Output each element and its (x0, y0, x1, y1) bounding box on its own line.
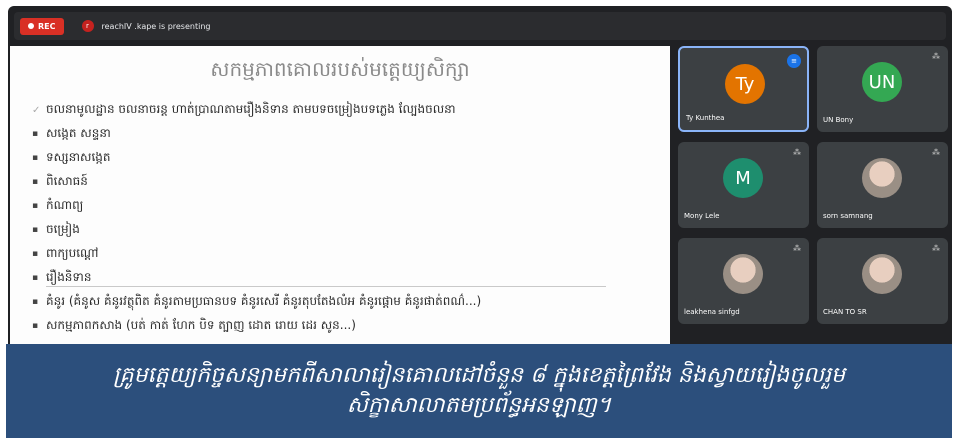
mic-off-icon: ⁂ (793, 148, 801, 157)
bullet-icon: ▪ (32, 273, 39, 283)
caption-banner: គ្រូមត្តេយ្យកិច្ចសន្យាមកពីសាលារៀនគោលដៅចំ… (6, 344, 952, 438)
record-dot-icon (28, 23, 34, 29)
presenting-text: reachIV .kape is presenting (101, 21, 211, 31)
slide-bullet-text: ទស្សនាសង្កេត (46, 150, 111, 164)
meeting-topbar: REC r reachIV .kape is presenting (14, 12, 946, 40)
participant-tile[interactable]: Ty Ty Kunthea ≡ (678, 46, 809, 132)
checkmark-icon: ✓ (32, 104, 41, 116)
caption-line-2: សិក្ខាសាលាតមប្រព័ន្ធអនឡាញ។ (346, 393, 612, 418)
participant-photo (723, 254, 763, 294)
slide-bullet-text: សកម្មភាពកសាង (បត់ កាត់ ហែក បិទ ត្បាញ ដោត… (46, 318, 356, 332)
slide-bullet-item: ▪ សង្កេត សន្ទនា (32, 122, 481, 146)
presenter-avatar: r (81, 20, 94, 32)
screenshot-frame: REC r reachIV .kape is presenting សកម្មភ… (0, 0, 962, 440)
bullet-icon: ▪ (32, 177, 39, 187)
participant-avatar: M (723, 158, 763, 198)
slide-bullet-item: ▪ គំនូរ (គំនូស គំនូរវត្ថុពិត គំនូរតាមប្រធ… (32, 290, 481, 314)
participant-name: Ty Kunthea (686, 114, 725, 122)
participant-tile[interactable]: leakhena sinfgd ⁂ (678, 238, 809, 324)
participant-tile[interactable]: CHAN TO SR ⁂ (817, 238, 948, 324)
bullet-icon: ▪ (32, 321, 39, 331)
bullet-icon: ▪ (32, 297, 39, 307)
presenting-banner: r reachIV .kape is presenting (81, 20, 211, 32)
mic-off-icon: ⁂ (932, 52, 940, 61)
slide-bullet-text: កំណាព្យ (46, 198, 84, 212)
slide-divider (46, 286, 606, 287)
participant-name: UN Bony (823, 116, 854, 124)
slide-bullet-item: ▪ ចម្រៀង (32, 218, 481, 242)
slide-bullet-text: ចម្រៀង (46, 222, 80, 236)
participant-avatar: UN (862, 62, 902, 102)
caption-line-1: គ្រូមត្តេយ្យកិច្ចសន្យាមកពីសាលារៀនគោលដៅចំ… (113, 363, 845, 388)
mic-off-icon: ⁂ (932, 244, 940, 253)
slide-bullet-text: រឿងនិទាន (46, 270, 92, 284)
slide-bullet-text: សង្កេត សន្ទនា (46, 126, 111, 140)
mic-off-icon: ⁂ (932, 148, 940, 157)
slide-bullet-text: ចលនាមូលដ្ឋាន ចលនាចរន្ត ហាត់ប្រាណតាមរឿងនិ… (46, 102, 456, 116)
slide-title: សកម្មភាពគោលរបស់មត្តេយ្យសិក្សា (210, 57, 470, 81)
slide-bullet-item: ▪ ទស្សនាសង្កេត (32, 146, 481, 170)
speaking-indicator-icon: ≡ (787, 54, 801, 68)
rec-label: REC (38, 21, 56, 31)
participant-name: sorn samnang (823, 212, 873, 220)
participant-photo (862, 158, 902, 198)
slide-bullet-text: ពាក្យបណ្តៅ (46, 246, 99, 260)
bullet-icon: ▪ (32, 153, 39, 163)
slide-bullet-item: ✓ ចលនាមូលដ្ឋាន ចលនាចរន្ត ហាត់ប្រាណតាមរឿងន… (32, 98, 481, 122)
bullet-icon: ▪ (32, 129, 39, 139)
slide-bullet-text: គំនូរ (គំនូស គំនូរវត្ថុពិត គំនូរតាមប្រធា… (46, 294, 482, 308)
bullet-icon: ▪ (32, 225, 39, 235)
participant-avatar: Ty (725, 64, 765, 104)
slide-bullet-item: ▪ ពិសោធន៍ (32, 170, 481, 194)
participant-tile[interactable]: sorn samnang ⁂ (817, 142, 948, 228)
slide-bullet-text: ពិសោធន៍ (46, 174, 88, 188)
bullet-icon: ▪ (32, 249, 39, 259)
participant-name: leakhena sinfgd (684, 308, 740, 316)
slide-bullet-item: ▪ សកម្មភាពកសាង (បត់ កាត់ ហែក បិទ ត្បាញ ដោ… (32, 314, 481, 338)
bullet-icon: ▪ (32, 201, 39, 211)
mic-off-icon: ⁂ (793, 244, 801, 253)
participant-tile[interactable]: M Mony Lele ⁂ (678, 142, 809, 228)
slide-bullet-list: ✓ ចលនាមូលដ្ឋាន ចលនាចរន្ត ហាត់ប្រាណតាមរឿងន… (32, 98, 481, 338)
participant-photo (862, 254, 902, 294)
recording-badge: REC (20, 17, 64, 35)
participant-name: CHAN TO SR (823, 308, 867, 316)
participant-name: Mony Lele (684, 212, 720, 220)
slide-bullet-item: ▪ កំណាព្យ (32, 194, 481, 218)
slide-bullet-item: ▪ ពាក្យបណ្តៅ (32, 242, 481, 266)
participant-tile[interactable]: UN UN Bony ⁂ (817, 46, 948, 132)
